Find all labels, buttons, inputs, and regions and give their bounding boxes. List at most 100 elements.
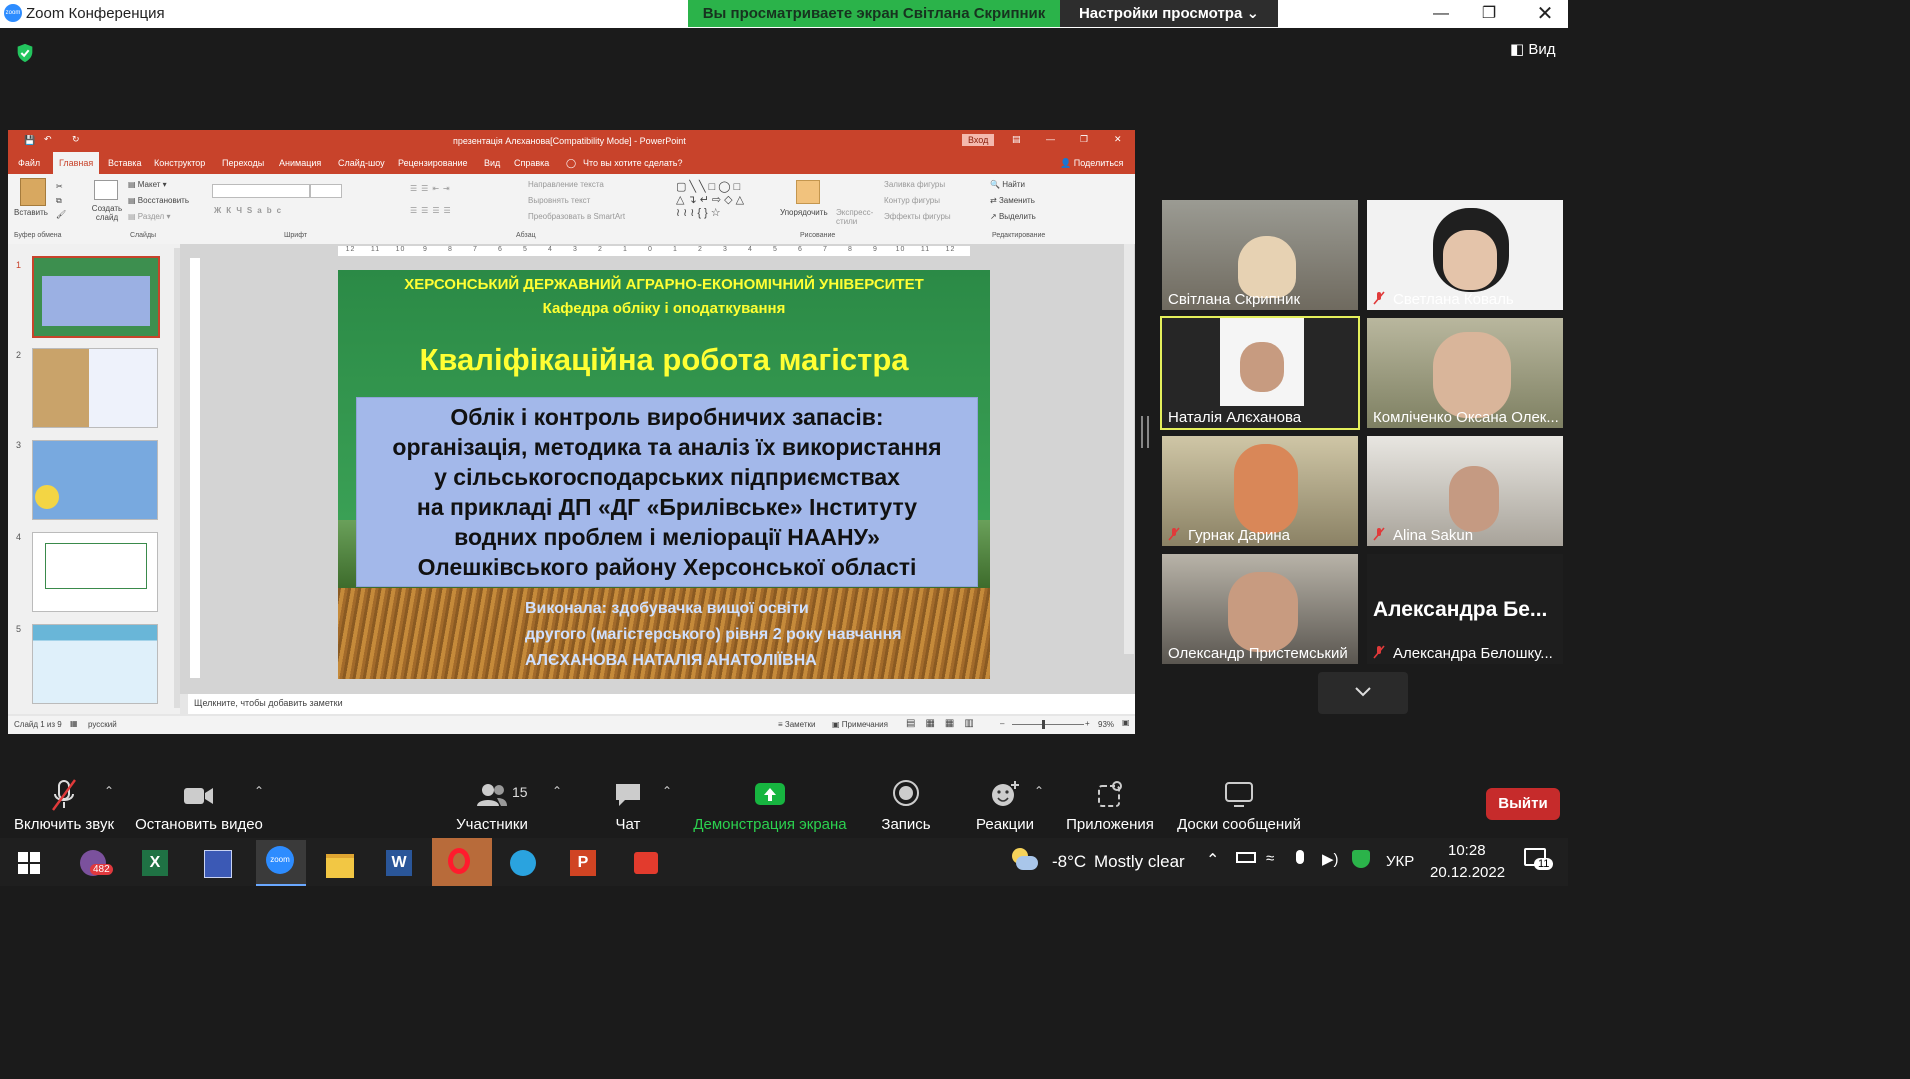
- weather-icon[interactable]: [1010, 848, 1040, 872]
- font-name-select[interactable]: [212, 184, 310, 198]
- tab-insert[interactable]: Вставка: [108, 152, 141, 174]
- layout-button[interactable]: ▤ Макет ▾: [128, 180, 167, 189]
- align-buttons[interactable]: ☰☰☰☰: [410, 206, 455, 215]
- smartart-button[interactable]: Преобразовать в SmartArt: [528, 212, 625, 221]
- restore-icon[interactable]: ❐: [1466, 0, 1512, 28]
- chat-button[interactable]: Чат: [606, 778, 650, 833]
- section-button[interactable]: ▤ Раздел ▾: [128, 212, 170, 221]
- tab-slideshow[interactable]: Слайд-шоу: [338, 152, 385, 174]
- viber-icon[interactable]: 482: [74, 842, 114, 882]
- participants-options-caret[interactable]: ⌃: [552, 784, 562, 798]
- replace-button[interactable]: ⇄ Заменить: [990, 196, 1035, 205]
- current-slide[interactable]: ХЕРСОНСЬКИЙ ДЕРЖАВНИЙ АГРАРНО-ЕКОНОМІЧНИ…: [338, 270, 990, 679]
- share-button[interactable]: 👤 Поделиться: [1060, 152, 1123, 174]
- quick-styles-label[interactable]: Экспресс-стили: [836, 208, 876, 226]
- mic-tray-icon[interactable]: [1296, 850, 1304, 864]
- participant-tile-active-speaker[interactable]: Наталія Алєханова: [1160, 316, 1360, 430]
- video-options-caret[interactable]: ⌃: [254, 784, 264, 798]
- ppt-close-icon[interactable]: ✕: [1114, 134, 1122, 145]
- windows-start-icon[interactable]: [18, 852, 40, 874]
- participant-tile[interactable]: Гурнак Дарина: [1162, 436, 1358, 546]
- language-status[interactable]: русский: [88, 720, 117, 729]
- notes-pane[interactable]: Щелкните, чтобы добавить заметки: [188, 694, 1135, 714]
- cut-icon[interactable]: ✂: [56, 182, 63, 191]
- weather-temp[interactable]: -8°C: [1052, 852, 1086, 872]
- copy-icon[interactable]: ⧉: [56, 196, 62, 206]
- opera-icon[interactable]: [432, 838, 492, 886]
- participant-tile[interactable]: Комліченко Оксана Олек...: [1367, 318, 1563, 428]
- record-button[interactable]: Запись: [876, 778, 936, 833]
- tab-transitions[interactable]: Переходы: [222, 152, 264, 174]
- tab-review[interactable]: Рецензирование: [398, 152, 468, 174]
- volume-icon[interactable]: ▶): [1322, 850, 1339, 868]
- shape-outline-button[interactable]: Контур фигуры: [884, 196, 940, 205]
- arrange-icon[interactable]: [796, 180, 820, 204]
- participant-tile[interactable]: Олександр Пристемський: [1162, 554, 1358, 664]
- ppt-minimize-icon[interactable]: —: [1046, 134, 1055, 144]
- clock-time[interactable]: 10:28: [1448, 842, 1486, 859]
- align-text-button[interactable]: Выровнять текст: [528, 196, 590, 205]
- reset-button[interactable]: ▤ Восстановить: [128, 196, 189, 205]
- security-shield-icon[interactable]: [14, 42, 36, 64]
- notes-toggle[interactable]: ≡ Заметки: [778, 720, 816, 729]
- new-slide-icon[interactable]: [94, 180, 118, 200]
- reactions-options-caret[interactable]: ⌃: [1034, 784, 1044, 798]
- tab-help[interactable]: Справка: [514, 152, 549, 174]
- redo-icon[interactable]: ↻: [72, 134, 80, 145]
- list-buttons[interactable]: ☰☰⇤⇥: [410, 184, 454, 193]
- select-button[interactable]: ↗ Выделить: [990, 212, 1036, 221]
- shape-fill-button[interactable]: Заливка фигуры: [884, 180, 945, 189]
- excel-icon[interactable]: X: [136, 842, 176, 882]
- whiteboards-button[interactable]: Доски сообщений: [1172, 778, 1306, 833]
- view-button[interactable]: ◧ Вид: [1510, 40, 1556, 58]
- fit-slide-icon[interactable]: ▣: [1122, 718, 1130, 727]
- ppt-restore-icon[interactable]: ❐: [1080, 134, 1088, 145]
- arrange-label[interactable]: Упорядочить: [780, 208, 828, 217]
- file-explorer-icon[interactable]: [320, 842, 360, 882]
- view-mode-icons[interactable]: ▤▦▦▥: [906, 718, 984, 729]
- tab-animations[interactable]: Анимация: [279, 152, 321, 174]
- undo-icon[interactable]: ↶: [44, 134, 52, 145]
- zoom-level[interactable]: 93%: [1098, 720, 1114, 729]
- language-indicator[interactable]: УКР: [1386, 853, 1414, 870]
- word-icon[interactable]: W: [380, 842, 420, 882]
- tell-me-box[interactable]: Что вы хотите сделать?: [583, 152, 683, 174]
- leave-button[interactable]: Выйти: [1486, 788, 1560, 820]
- app-icon[interactable]: [626, 842, 666, 882]
- tab-view[interactable]: Вид: [484, 152, 500, 174]
- format-painter-icon[interactable]: 🖌: [56, 210, 66, 219]
- text-direction-button[interactable]: Направление текста: [528, 180, 604, 189]
- tab-design[interactable]: Конструктор: [154, 152, 205, 174]
- slide-thumbnail[interactable]: [32, 532, 158, 612]
- apps-button[interactable]: Приложения: [1062, 778, 1158, 833]
- find-button[interactable]: 🔍 Найти: [990, 180, 1025, 189]
- clock-date[interactable]: 20.12.2022: [1430, 864, 1505, 881]
- weather-text[interactable]: Mostly clear: [1094, 852, 1185, 872]
- paste-label[interactable]: Вставить: [14, 208, 48, 217]
- slide-thumbnail[interactable]: [32, 256, 160, 338]
- share-screen-button[interactable]: Демонстрация экрана: [690, 778, 850, 833]
- participant-tile[interactable]: Світлана Скрипник: [1162, 200, 1358, 310]
- telegram-icon[interactable]: [504, 842, 544, 882]
- participant-tile[interactable]: Alina Sakun: [1367, 436, 1563, 546]
- minimize-icon[interactable]: —: [1418, 0, 1464, 28]
- new-slide-label[interactable]: Создать слайд: [90, 204, 124, 222]
- shape-effects-button[interactable]: Эффекты фигуры: [884, 212, 951, 221]
- font-size-select[interactable]: [310, 184, 342, 198]
- reactions-button[interactable]: Реакции: [970, 778, 1040, 833]
- splitter-handle[interactable]: [1141, 416, 1149, 448]
- audio-options-caret[interactable]: ⌃: [104, 784, 114, 798]
- close-icon[interactable]: ✕: [1522, 0, 1568, 28]
- paste-icon[interactable]: [20, 178, 46, 206]
- tab-file[interactable]: Файл: [18, 152, 40, 174]
- view-options-button[interactable]: Настройки просмотра ⌄: [1060, 0, 1278, 27]
- zoom-taskbar-icon[interactable]: zoom: [256, 840, 306, 886]
- zoom-slider[interactable]: [1012, 724, 1084, 725]
- comments-toggle[interactable]: ▣ Примечания: [832, 720, 888, 729]
- spellcheck-icon[interactable]: ▦: [70, 719, 78, 728]
- wifi-icon[interactable]: ≈: [1266, 850, 1274, 867]
- save-floppy-icon[interactable]: [198, 842, 238, 882]
- tray-overflow-icon[interactable]: ⌃: [1206, 850, 1219, 870]
- zoom-slider-thumb[interactable]: [1042, 720, 1045, 729]
- font-format-buttons[interactable]: ЖКЧSabc: [214, 206, 286, 215]
